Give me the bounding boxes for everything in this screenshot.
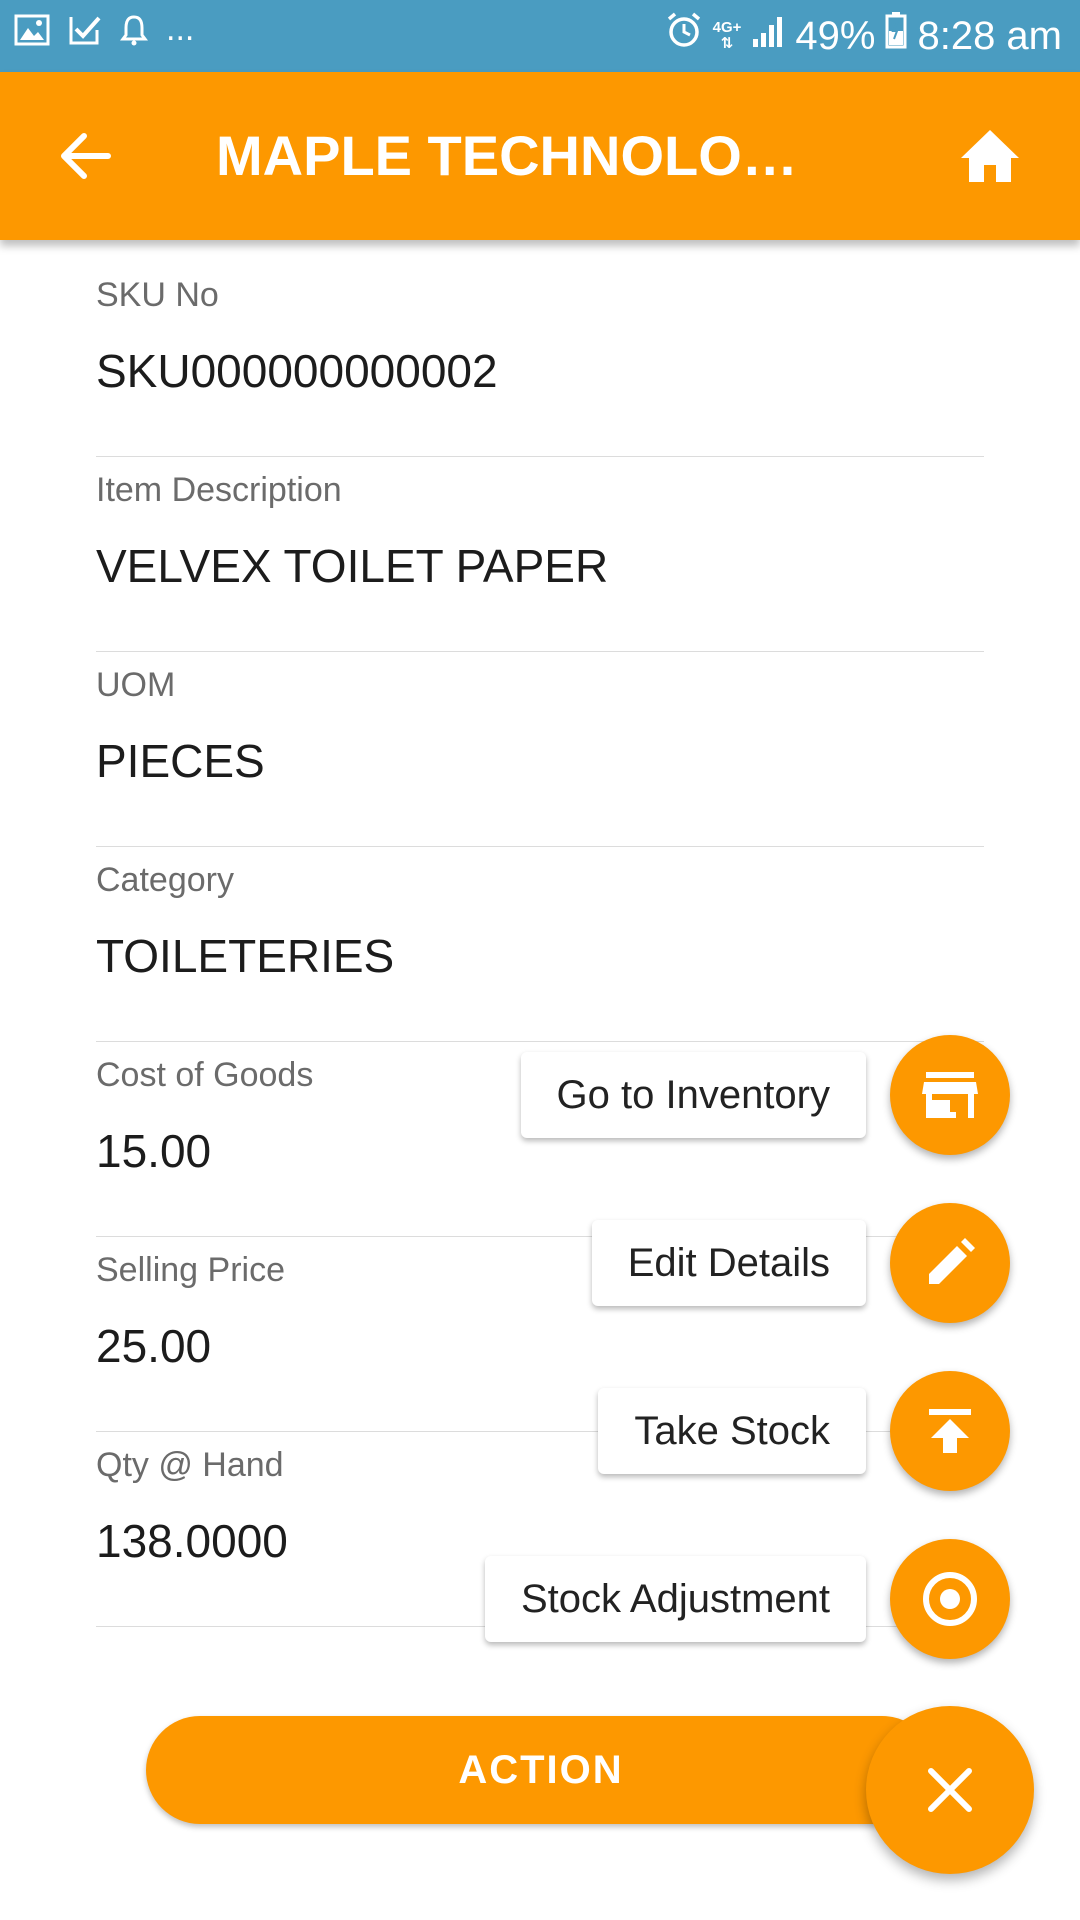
field-category: Category TOILETERIES (96, 847, 984, 1042)
stock-adjustment-label[interactable]: Stock Adjustment (484, 1556, 866, 1642)
home-icon (961, 130, 1019, 182)
field-label: Qty @ Hand (96, 1446, 284, 1484)
clock-time: 8:28 am (917, 14, 1062, 58)
fab-menu-take-stock[interactable]: Take Stock (598, 1371, 1010, 1491)
fab-menu-go-to-inventory[interactable]: Go to Inventory (520, 1035, 1010, 1155)
overflow-dots: ... (166, 9, 195, 48)
field-uom: UOM PIECES (96, 652, 984, 847)
close-fab-button[interactable] (866, 1706, 1034, 1874)
field-value: PIECES (96, 735, 265, 787)
battery-icon (885, 10, 907, 62)
check-icon (68, 14, 102, 51)
store-icon (922, 1072, 978, 1118)
close-icon (928, 1768, 972, 1812)
fab-menu-stock-adjustment[interactable]: Stock Adjustment (484, 1539, 1010, 1659)
take-stock-button[interactable] (890, 1371, 1010, 1491)
field-label: Cost of Goods (96, 1056, 314, 1094)
edit-details-button[interactable] (890, 1203, 1010, 1323)
edit-details-label[interactable]: Edit Details (591, 1220, 866, 1306)
field-label: Item Description (96, 471, 342, 509)
field-sku: SKU No SKU000000000002 (96, 262, 984, 457)
bell-icon (120, 14, 148, 51)
network-type: 4G+ ⇅ (712, 19, 742, 52)
signal-icon (751, 10, 785, 62)
field-value: SKU000000000002 (96, 345, 498, 397)
pencil-icon (929, 1238, 975, 1284)
go-to-inventory-label[interactable]: Go to Inventory (520, 1052, 866, 1138)
field-label: UOM (96, 666, 176, 704)
page-title: MAPLE TECHNOLOGIES (216, 124, 836, 187)
field-label: SKU No (96, 276, 219, 314)
field-value: 15.00 (96, 1125, 212, 1177)
field-value: 138.0000 (96, 1515, 288, 1567)
take-stock-label[interactable]: Take Stock (598, 1388, 866, 1474)
upload-icon (929, 1409, 971, 1453)
field-value: VELVEX TOILET PAPER (96, 540, 609, 592)
status-bar: ... 4G+ ⇅ 49% 8:28 am (0, 0, 1080, 72)
app-bar: MAPLE TECHNOLOGIES (0, 72, 1080, 240)
home-button[interactable] (950, 120, 1030, 192)
action-button[interactable]: ACTION (146, 1716, 936, 1824)
field-item-description: Item Description VELVEX TOILET PAPER (96, 457, 984, 652)
field-label: Selling Price (96, 1251, 285, 1289)
field-value: 25.00 (96, 1320, 212, 1372)
field-label: Category (96, 861, 234, 899)
alarm-icon (665, 10, 703, 62)
go-to-inventory-button[interactable] (890, 1035, 1010, 1155)
target-icon (923, 1572, 977, 1626)
arrow-back-icon (61, 133, 111, 179)
back-button[interactable] (50, 120, 122, 192)
fab-menu-edit-details[interactable]: Edit Details (591, 1203, 1010, 1323)
battery-percent: 49% (795, 14, 876, 58)
stock-adjustment-button[interactable] (890, 1539, 1010, 1659)
gallery-icon (14, 14, 50, 51)
field-value: TOILETERIES (96, 930, 395, 982)
